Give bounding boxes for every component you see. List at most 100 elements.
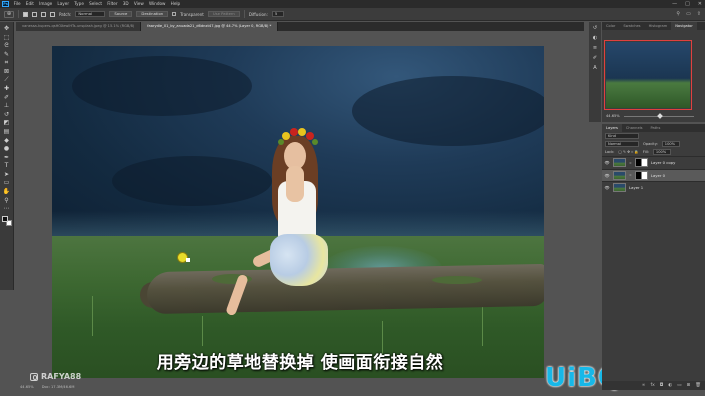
layer-thumbnail[interactable]: [613, 183, 626, 193]
menu-edit[interactable]: Edit: [23, 0, 36, 8]
new-layer-icon[interactable]: ⊞: [687, 383, 691, 388]
layer-mask-thumbnail[interactable]: [634, 170, 648, 180]
trash-icon[interactable]: 🗑: [695, 383, 701, 388]
zoom-slider-handle[interactable]: [656, 112, 663, 119]
visibility-eye-icon[interactable]: 👁: [604, 185, 610, 190]
layer-filter-select[interactable]: Kind: [605, 133, 639, 139]
layer-thumbnail[interactable]: [613, 158, 626, 168]
menu-file[interactable]: File: [11, 0, 23, 8]
status-zoom[interactable]: 44.65%: [20, 385, 34, 389]
brush-settings-icon[interactable]: ✐: [592, 55, 599, 62]
source-button[interactable]: Source: [109, 11, 133, 17]
close-icon[interactable]: ✕: [698, 0, 702, 8]
menu-type[interactable]: Type: [72, 0, 87, 8]
mask-icon[interactable]: ◘: [660, 383, 664, 388]
lock-icons[interactable]: ▢ ✎ ✥ ⌗ 🔒: [618, 150, 639, 154]
layer-name[interactable]: Layer 1: [629, 185, 643, 190]
zoom-tool-icon[interactable]: ⚲: [2, 197, 11, 204]
link-icon[interactable]: ∞: [642, 383, 646, 388]
patch-mode-select[interactable]: Normal: [75, 11, 106, 17]
history-brush-tool-icon[interactable]: ↺: [2, 111, 11, 118]
adjustments-icon[interactable]: ◐: [592, 35, 599, 42]
opacity-field[interactable]: 100%: [661, 141, 680, 147]
crop-tool-icon[interactable]: ⌗: [2, 59, 11, 66]
group-icon[interactable]: ▭: [677, 383, 681, 388]
visibility-eye-icon[interactable]: 👁: [604, 160, 610, 165]
brush-tool-icon[interactable]: ✐: [2, 94, 11, 101]
menu-filter[interactable]: Filter: [105, 0, 121, 8]
tab-layers[interactable]: Layers: [602, 124, 622, 132]
shape-tool-icon[interactable]: ▭: [2, 179, 11, 186]
color-swatches[interactable]: [1, 215, 12, 226]
history-icon[interactable]: ↺: [592, 25, 599, 32]
clone-stamp-tool-icon[interactable]: ⊥: [2, 102, 11, 109]
healing-brush-tool-icon[interactable]: ✚: [2, 85, 11, 92]
tab-histogram[interactable]: Histogram: [645, 22, 672, 30]
minimize-icon[interactable]: —: [672, 0, 677, 8]
menu-window[interactable]: Window: [146, 0, 168, 8]
eraser-tool-icon[interactable]: ◩: [2, 119, 11, 126]
destination-button[interactable]: Destination: [136, 11, 169, 17]
move-tool-icon[interactable]: ✥: [2, 25, 11, 32]
transparent-checkbox[interactable]: [172, 12, 177, 16]
layer-mask-thumbnail[interactable]: [634, 158, 648, 168]
search-icon[interactable]: ⚲: [676, 11, 680, 17]
tab-channels[interactable]: Channels: [622, 124, 647, 132]
navigator-zoom-value[interactable]: 44.65%: [606, 114, 620, 118]
mask-link-icon[interactable]: ∞: [629, 161, 632, 165]
layer-row[interactable]: 👁 ∞ Layer 0 copy: [602, 156, 705, 169]
marquee-tool-icon[interactable]: ⬚: [2, 34, 11, 41]
layer-name[interactable]: Layer 0 copy: [651, 160, 675, 165]
workspace-icon[interactable]: ▭: [686, 11, 691, 17]
menu-view[interactable]: View: [131, 0, 146, 8]
navigator-zoom-slider[interactable]: [623, 112, 694, 119]
foreground-color-swatch[interactable]: [1, 215, 8, 222]
tab-navigator[interactable]: Navigator: [671, 22, 697, 30]
layer-row[interactable]: 👁 ∞ Layer 0: [602, 168, 705, 181]
menu-3d[interactable]: 3D: [120, 0, 131, 8]
hand-tool-icon[interactable]: ✋: [2, 188, 11, 195]
menu-layer[interactable]: Layer: [55, 0, 72, 8]
tab-color[interactable]: Color: [602, 22, 619, 30]
frame-tool-icon[interactable]: ⊠: [2, 68, 11, 75]
tab-paths[interactable]: Paths: [647, 124, 665, 132]
status-doc-info[interactable]: Doc: 17.3M/46.6M: [42, 385, 75, 389]
diffusion-select[interactable]: 5: [271, 11, 284, 17]
fill-field[interactable]: 100%: [652, 149, 671, 155]
tab-document-1[interactable]: vanessa-kupers-qsHOXewlHTs-unsplash.jpeg…: [16, 22, 142, 31]
use-pattern-button[interactable]: Use Pattern: [207, 11, 240, 17]
lasso-tool-icon[interactable]: ᘓ: [2, 42, 11, 49]
layer-row[interactable]: 👁 Layer 1: [602, 181, 705, 194]
menu-select[interactable]: Select: [87, 0, 105, 8]
visibility-eye-icon[interactable]: 👁: [604, 173, 610, 178]
fx-icon[interactable]: fx: [650, 383, 654, 388]
blend-mode-select[interactable]: Normal: [605, 141, 639, 147]
new-selection-icon[interactable]: [23, 11, 28, 17]
quick-select-tool-icon[interactable]: ✎: [2, 51, 11, 58]
menu-help[interactable]: Help: [168, 0, 183, 8]
menu-image[interactable]: Image: [37, 0, 55, 8]
mask-link-icon[interactable]: ∞: [629, 173, 632, 177]
adjustment-icon[interactable]: ◐: [668, 383, 672, 388]
add-selection-icon[interactable]: [32, 11, 37, 17]
tab-document-2[interactable]: faarydie_01_by_anuada21_d6dnxt47.jpg @ 4…: [141, 22, 279, 31]
pen-tool-icon[interactable]: ✒: [2, 154, 11, 161]
blur-tool-icon[interactable]: ◆: [2, 137, 11, 144]
tab-swatches[interactable]: Swatches: [619, 22, 644, 30]
layer-thumbnail[interactable]: [613, 170, 626, 180]
type-tool-icon[interactable]: T: [2, 162, 11, 169]
maximize-icon[interactable]: □: [685, 0, 690, 8]
intersect-selection-icon[interactable]: [50, 11, 55, 17]
gradient-tool-icon[interactable]: ▤: [2, 128, 11, 135]
path-select-tool-icon[interactable]: ➤: [2, 171, 11, 178]
subtract-selection-icon[interactable]: [41, 11, 46, 17]
share-icon[interactable]: ⇪: [697, 11, 701, 17]
eyedropper-tool-icon[interactable]: ⟋: [2, 76, 11, 83]
character-icon[interactable]: A: [592, 65, 599, 72]
dodge-tool-icon[interactable]: ●: [2, 145, 11, 152]
more-tools-icon[interactable]: ⋯: [2, 205, 11, 212]
properties-icon[interactable]: ≡: [592, 45, 599, 52]
patch-tool-preset-icon[interactable]: ⊕: [4, 10, 14, 18]
document-canvas[interactable]: [52, 46, 544, 378]
layer-name[interactable]: Layer 0: [651, 173, 665, 178]
